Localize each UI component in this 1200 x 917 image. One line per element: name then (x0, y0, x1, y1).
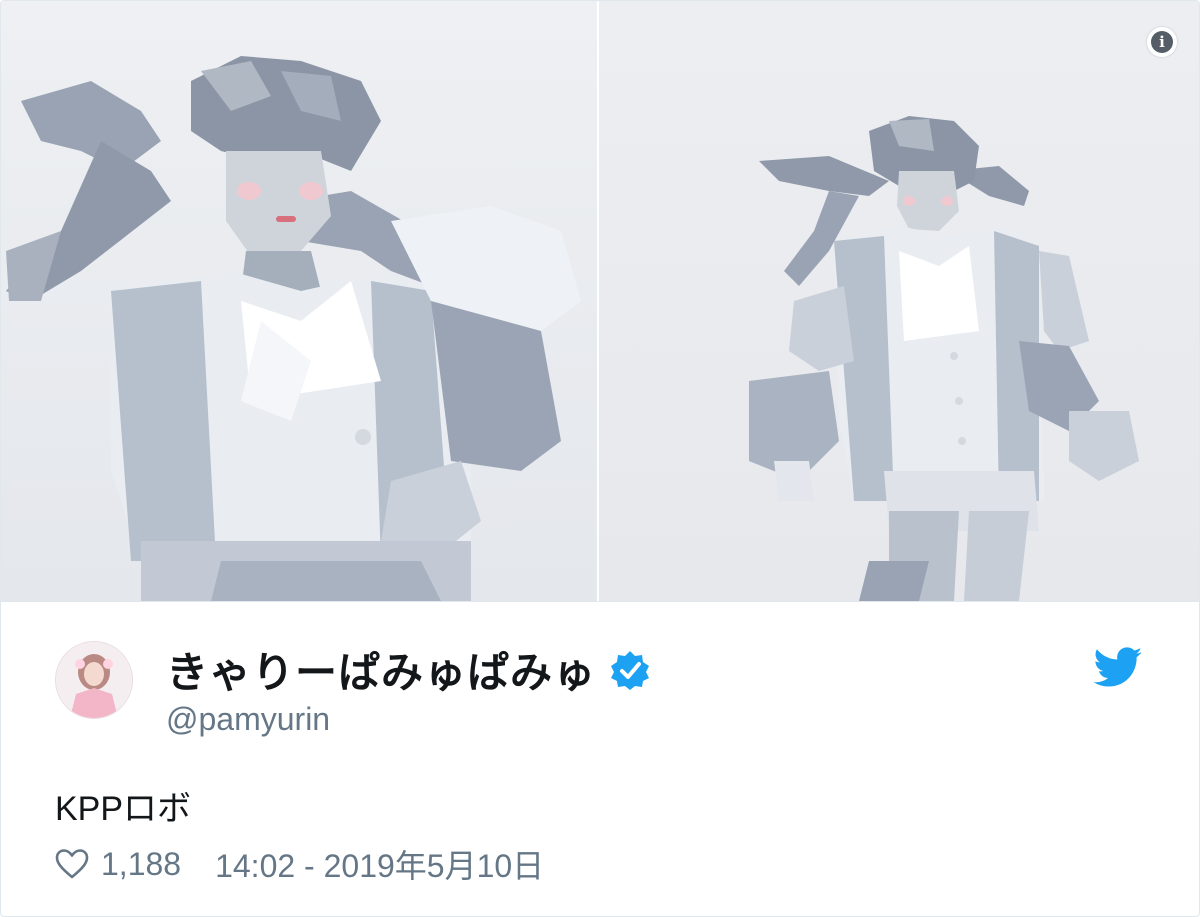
heart-icon[interactable] (55, 848, 89, 880)
tweet-meta: 1,188 14:02 - 2019年5月10日 (55, 841, 544, 887)
tweet-photo-right[interactable]: i (599, 1, 1199, 601)
author-handle[interactable]: @pamyurin (166, 701, 330, 738)
tweet-embed-card: i きゃりーぱみゅぱみゅ @pamyurin KPPロボ 1,188 14:02 (0, 0, 1200, 917)
tweet-text: KPPロボ (55, 790, 192, 828)
like-count[interactable]: 1,188 (101, 846, 181, 883)
robot-costume-closeup-image (6, 56, 581, 601)
tweet-media: i (1, 1, 1199, 601)
robot-costume-fullbody-image (749, 116, 1139, 601)
info-icon: i (1151, 31, 1173, 53)
tweet-photo-left[interactable] (1, 1, 597, 601)
author-name-row[interactable]: きゃりーぱみゅぱみゅ (166, 639, 650, 700)
tweet-timestamp[interactable]: 14:02 - 2019年5月10日 (215, 841, 544, 887)
avatar-image (56, 642, 132, 718)
media-info-button[interactable]: i (1147, 27, 1177, 57)
twitter-bird-icon[interactable] (1093, 647, 1143, 689)
avatar[interactable] (55, 641, 133, 719)
author-display-name[interactable]: きゃりーぱみゅぱみゅ (166, 639, 596, 700)
media-divider (1, 601, 1199, 602)
verified-badge-icon (611, 650, 650, 690)
